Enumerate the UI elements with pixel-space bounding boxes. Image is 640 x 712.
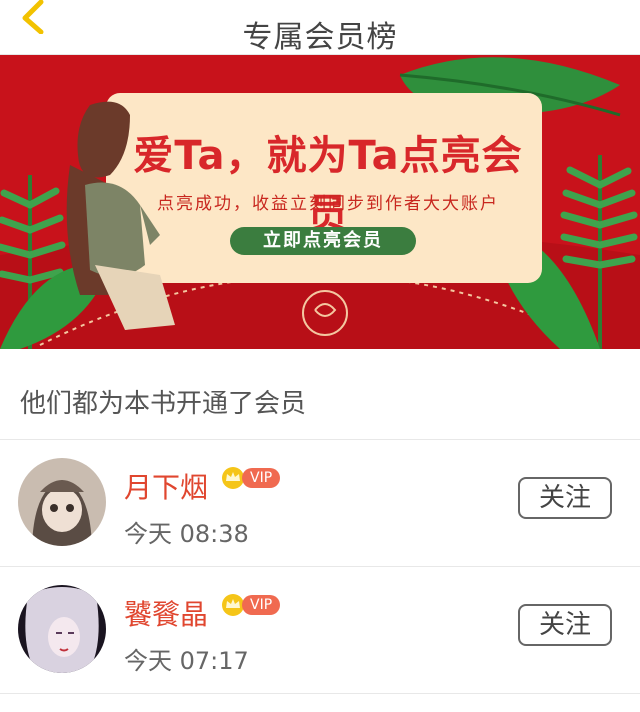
avatar-image [18,458,106,546]
page-title: 专属会员榜 [242,20,398,55]
activate-membership-button[interactable]: 立即点亮会员 [230,227,416,255]
top-bar: 专属会员榜 [0,0,640,55]
vip-label: VIP [242,595,281,615]
member-time: 今天 08:38 [124,520,249,548]
member-name[interactable]: 饕餮晶 [124,593,208,633]
vip-badge: VIP [220,466,281,490]
member-row[interactable]: 饕餮晶 VIP 今天 07:17 关注 [0,567,640,694]
banner-subtitle: 点亮成功，收益立刻同步到作者大大账户 [157,194,499,214]
member-time: 今天 07:17 [124,647,249,675]
follow-button[interactable]: 关注 [518,477,612,519]
follow-button[interactable]: 关注 [518,604,612,646]
vip-badge: VIP [220,593,281,617]
avatar-image [18,585,106,673]
avatar[interactable] [18,585,106,673]
promo-banner[interactable]: 爱Ta，就为Ta点亮会员 点亮成功，收益立刻同步到作者大大账户 立即点亮会员 [0,55,640,349]
section-heading: 他们都为本书开通了会员 [0,349,640,440]
banner-headline: 爱Ta，就为Ta点亮会员 [133,133,523,237]
member-row[interactable]: 月下烟 VIP 今天 08:38 关注 [0,440,640,567]
avatar[interactable] [18,458,106,546]
vip-label: VIP [242,468,281,488]
member-name[interactable]: 月下烟 [124,466,208,506]
